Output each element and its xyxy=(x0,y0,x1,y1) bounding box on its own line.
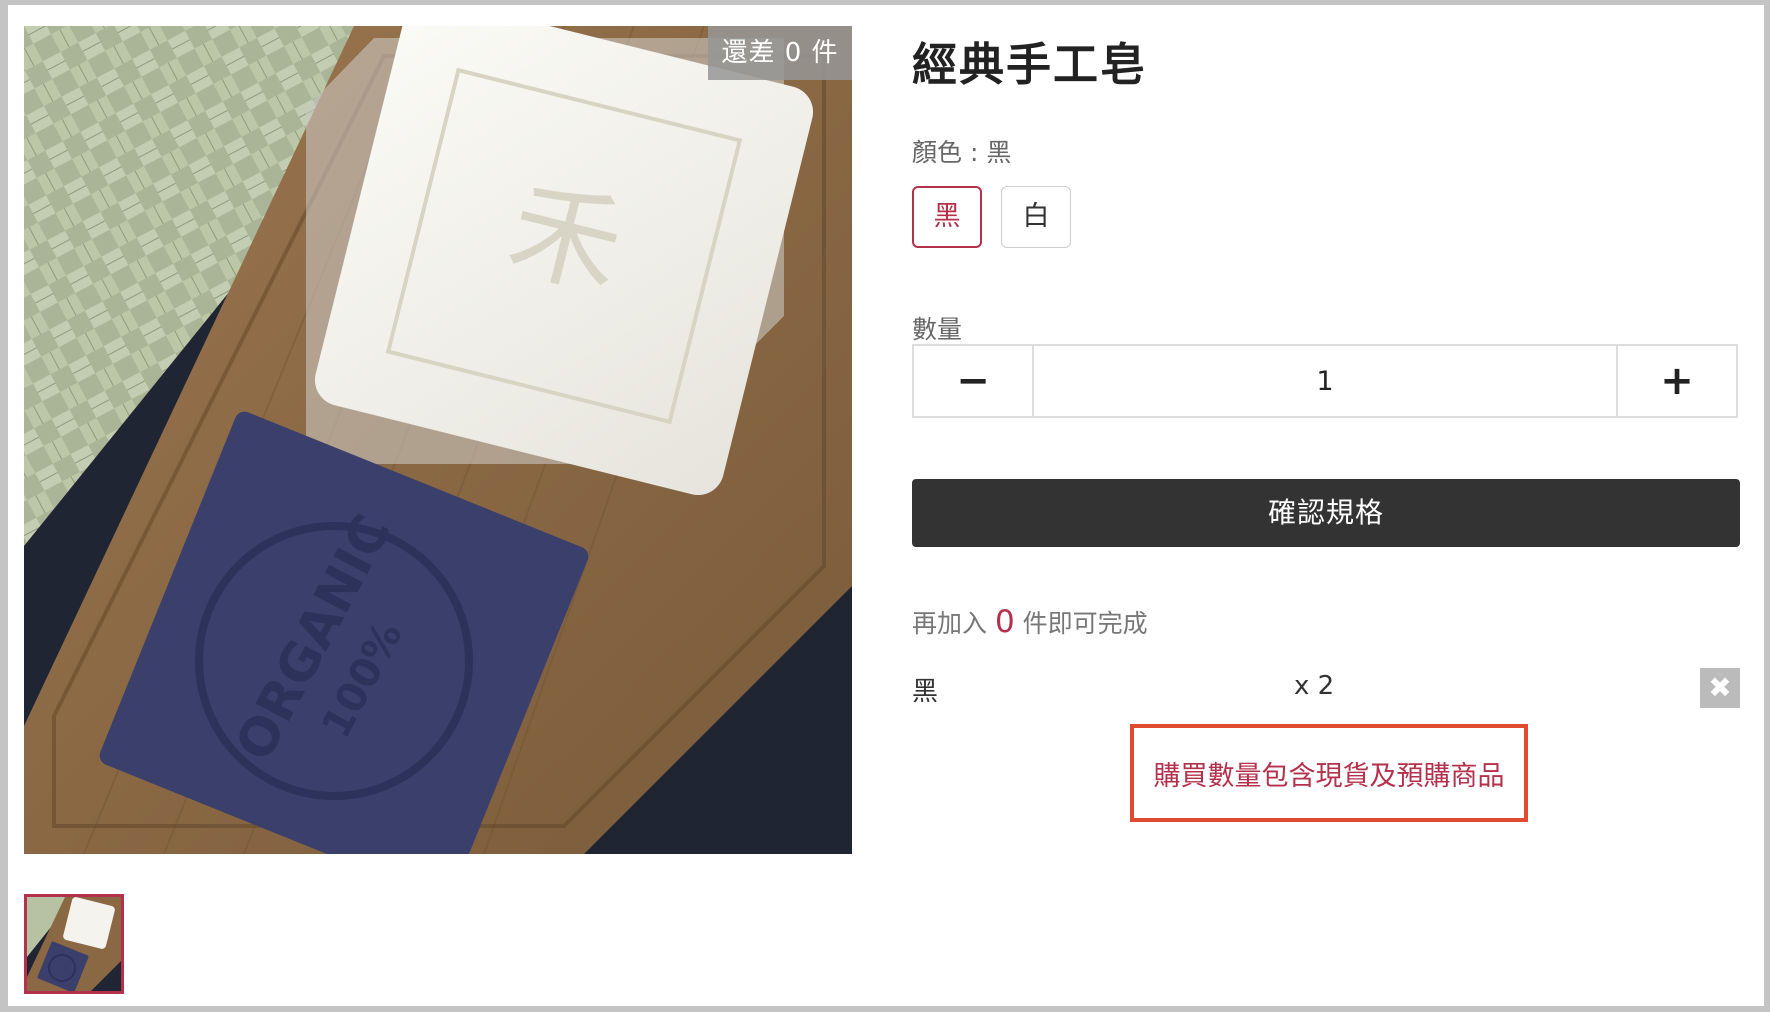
quantity-stepper: − 1 + xyxy=(912,344,1738,418)
remaining-message-suffix: 件即可完成 xyxy=(1014,609,1148,638)
selected-item-name: 黑 xyxy=(912,677,939,707)
confirm-spec-button[interactable]: 確認規格 xyxy=(912,479,1740,547)
product-thumbnail[interactable] xyxy=(24,894,124,994)
remaining-message-prefix: 再加入 xyxy=(912,609,995,638)
remaining-message: 再加入 0 件即可完成 xyxy=(912,604,1148,640)
quantity-decrease-button[interactable]: − xyxy=(914,346,1034,416)
quantity-label: 數量 xyxy=(912,315,963,344)
quantity-input[interactable]: 1 xyxy=(1034,346,1616,416)
selected-item-quantity: x 2 xyxy=(1294,671,1335,701)
color-label: 顏色 : 黑 xyxy=(912,138,1012,167)
preorder-notice: 購買數量包含現貨及預購商品 xyxy=(1130,724,1528,822)
remaining-message-count: 0 xyxy=(994,604,1015,640)
color-option-black[interactable]: 黑 xyxy=(912,186,982,248)
product-title: 經典手工皂 xyxy=(912,38,1148,91)
remove-item-icon[interactable]: ✖ xyxy=(1700,668,1740,708)
product-image: 禾 ORGANIC 100% xyxy=(24,26,852,854)
remaining-count-badge: 還差 0 件 xyxy=(708,26,852,80)
color-option-white[interactable]: 白 xyxy=(1001,186,1071,248)
quantity-increase-button[interactable]: + xyxy=(1616,346,1736,416)
